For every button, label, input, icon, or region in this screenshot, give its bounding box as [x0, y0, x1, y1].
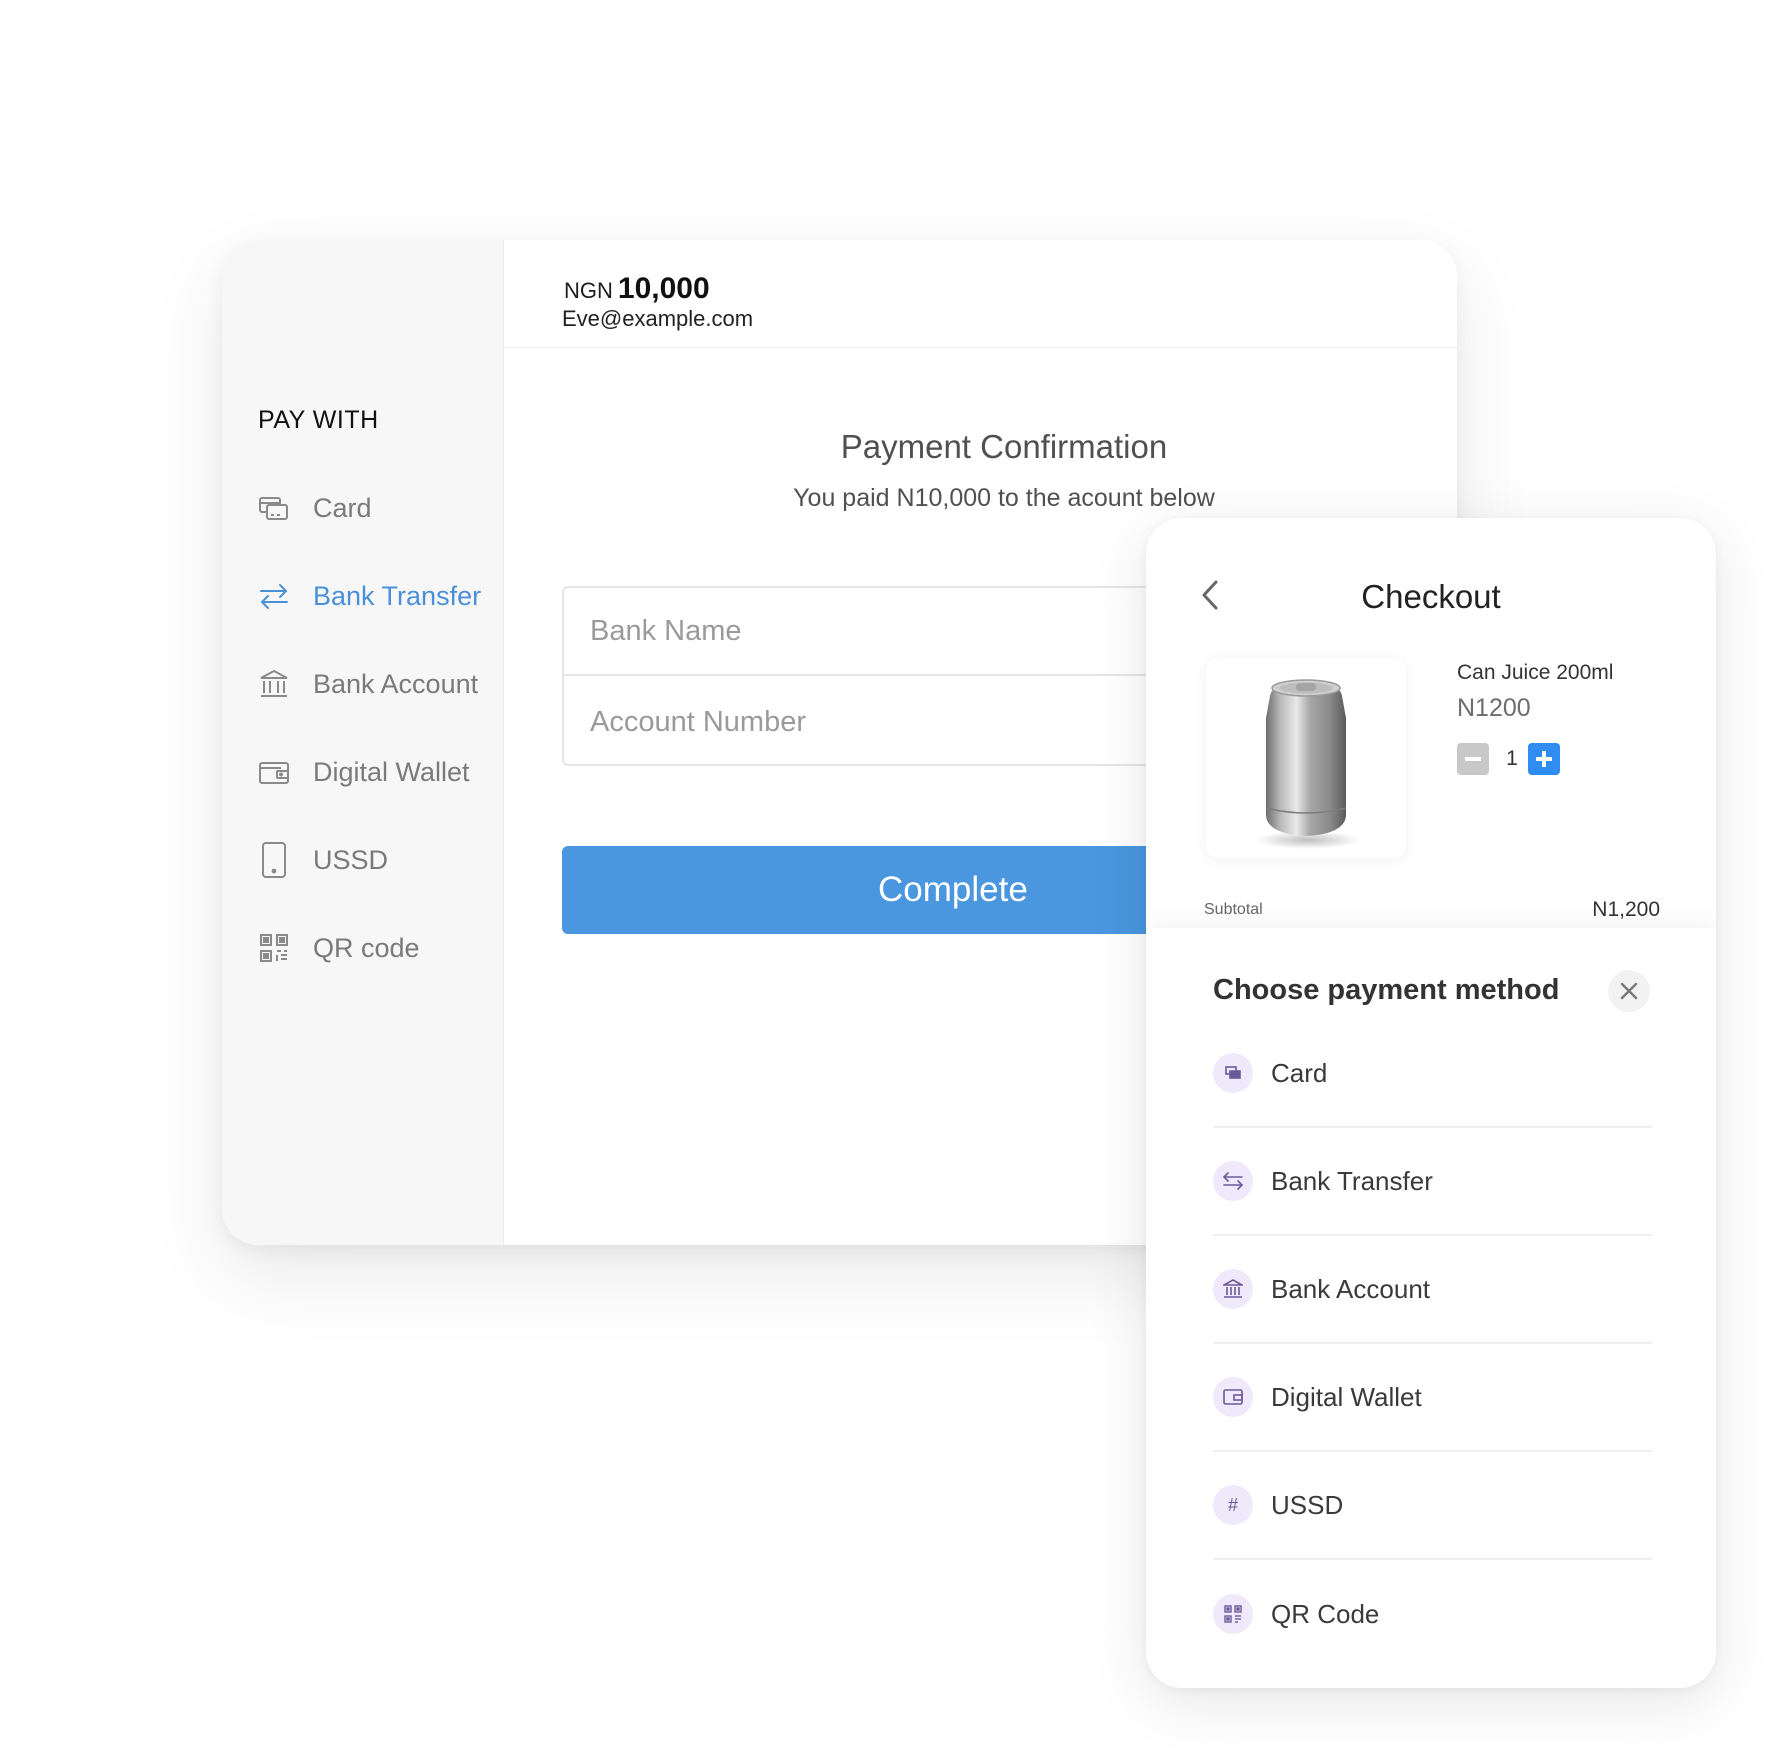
sidebar-item-qr-code[interactable]: QR code [258, 932, 420, 964]
sidebar-item-label: QR code [313, 932, 420, 963]
phone-icon [258, 842, 290, 878]
sidebar-item-bank-account[interactable]: Bank Account [258, 668, 478, 700]
payment-method-qr-code[interactable]: QR Code [1213, 1560, 1653, 1668]
payment-method-bank-transfer[interactable]: Bank Transfer [1213, 1128, 1653, 1236]
payment-method-label: Digital Wallet [1271, 1381, 1422, 1412]
checkout-title: Checkout [1361, 578, 1501, 615]
payment-method-label: Card [1271, 1057, 1328, 1088]
confirmation-subtitle: You paid N10,000 to the acount below [793, 484, 1215, 512]
subtotal-label: Subtotal [1204, 901, 1263, 918]
payment-method-label: Bank Account [1271, 1273, 1430, 1304]
pay-with-sidebar: PAY WITH Card Bank Transfer Bank Account… [222, 240, 504, 1245]
product-name: Can Juice 200ml [1457, 661, 1614, 684]
wallet-icon [258, 756, 290, 788]
can-illustration [1256, 679, 1360, 849]
payment-method-label: QR Code [1271, 1598, 1380, 1629]
sheet-title: Choose payment method [1213, 974, 1560, 1006]
qr-icon [1213, 1594, 1253, 1634]
close-icon [1620, 982, 1638, 1000]
product-image [1206, 658, 1406, 858]
sidebar-item-ussd[interactable]: USSD [258, 842, 389, 878]
currency-code: NGN [564, 278, 613, 303]
sidebar-item-label: Digital Wallet [313, 756, 470, 787]
payment-method-bank-account[interactable]: Bank Account [1213, 1236, 1653, 1344]
amount-value: 10,000 [617, 272, 710, 305]
pay-with-heading: PAY WITH [258, 406, 379, 434]
payment-method-ussd[interactable]: # USSD [1213, 1452, 1653, 1560]
plus-icon [1536, 751, 1552, 767]
payment-method-label: USSD [1271, 1489, 1344, 1520]
bank-icon [258, 668, 290, 700]
sidebar-item-label: USSD [313, 844, 389, 875]
sidebar-item-card[interactable]: Card [258, 492, 372, 524]
payment-method-card[interactable]: Card [1213, 1020, 1653, 1128]
amount-display: NGN 10,000 [564, 272, 710, 306]
sidebar-item-label: Bank Transfer [313, 580, 482, 611]
subtotal-value: N1,200 [1592, 898, 1660, 921]
close-button[interactable] [1608, 970, 1650, 1012]
payment-method-label: Bank Transfer [1271, 1165, 1433, 1196]
quantity-increase-button[interactable] [1528, 743, 1560, 775]
payment-method-sheet: Choose payment method Card Bank Transfer [1146, 928, 1716, 1688]
quantity-value: 1 [1506, 747, 1518, 770]
transfer-icon [1213, 1161, 1253, 1201]
sidebar-item-bank-transfer[interactable]: Bank Transfer [258, 580, 481, 612]
card-icon [1213, 1053, 1253, 1093]
qr-icon [258, 932, 290, 964]
minus-icon [1465, 757, 1481, 761]
sidebar-item-digital-wallet[interactable]: Digital Wallet [258, 756, 470, 788]
bank-icon [1213, 1269, 1253, 1309]
sidebar-item-label: Bank Account [313, 668, 479, 699]
payer-email: Eve@example.com [562, 306, 754, 331]
card-icon [258, 492, 290, 524]
sidebar-item-label: Card [313, 492, 372, 523]
transfer-icon [258, 580, 290, 612]
payment-method-digital-wallet[interactable]: Digital Wallet [1213, 1344, 1653, 1452]
product-price: N1200 [1457, 694, 1531, 722]
page-title: Payment Confirmation [840, 428, 1168, 465]
checkout-panel: Checkout Can Juice 200ml N1200 1 Subtota… [1146, 518, 1716, 1688]
quantity-decrease-button[interactable] [1457, 743, 1489, 775]
hash-icon: # [1213, 1485, 1253, 1525]
wallet-icon [1213, 1377, 1253, 1417]
